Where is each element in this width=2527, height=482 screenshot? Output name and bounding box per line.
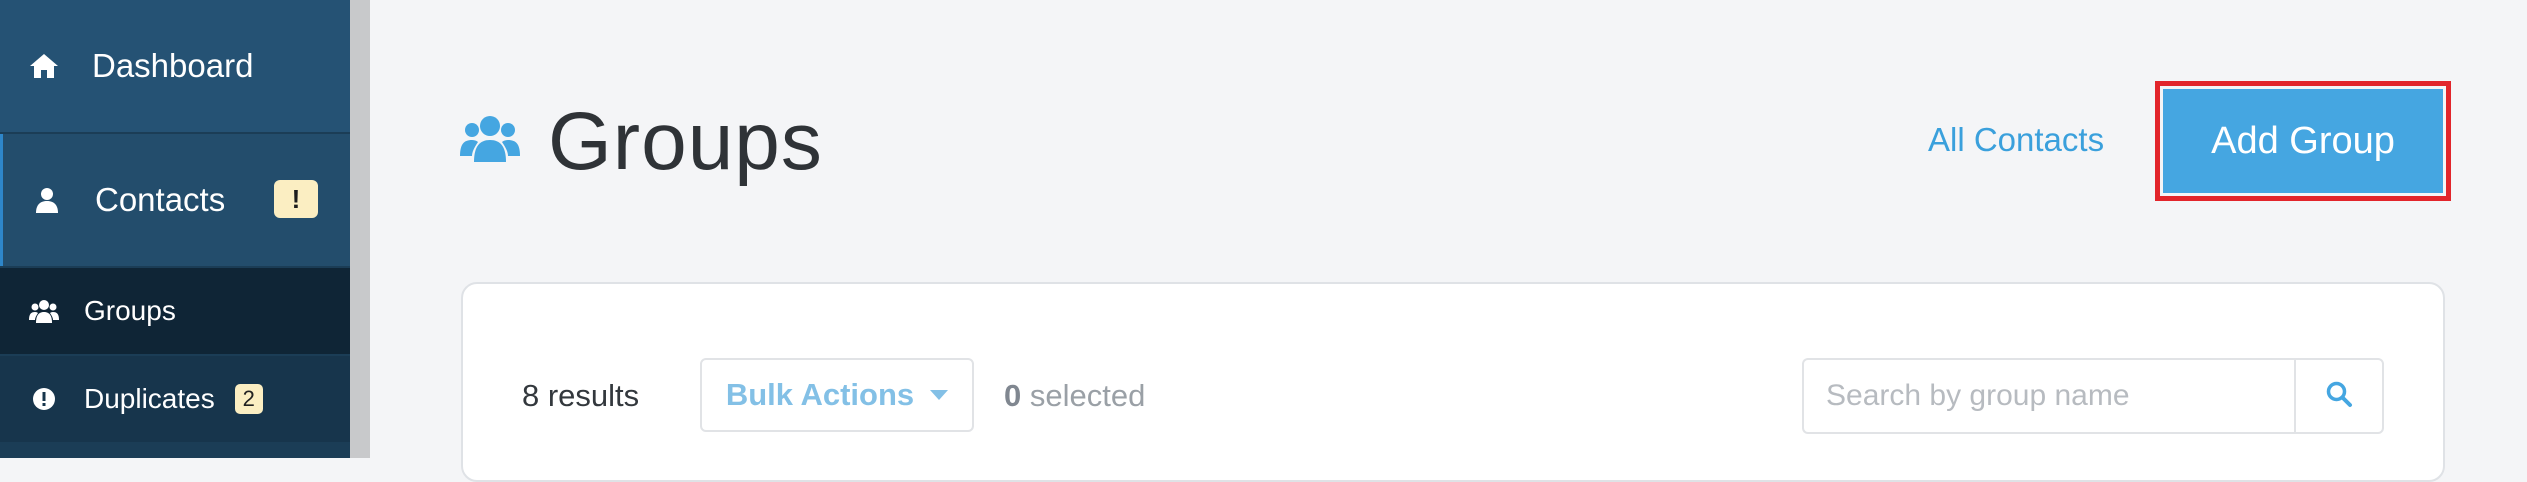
sidebar-item-label: Dashboard — [92, 47, 254, 84]
user-icon — [31, 186, 63, 214]
sidebar-divider — [350, 0, 370, 458]
search-icon — [2325, 380, 2353, 413]
bulk-actions-dropdown[interactable]: Bulk Actions — [700, 358, 974, 432]
sidebar-item-label: Groups — [84, 295, 176, 326]
results-suffix: results — [539, 378, 640, 413]
add-group-button[interactable]: Add Group — [2163, 89, 2443, 193]
sidebar-item-contacts[interactable]: Contacts ! — [0, 134, 350, 266]
selected-number: 0 — [1004, 378, 1022, 413]
users-icon — [28, 298, 60, 324]
add-group-highlight: Add Group — [2155, 81, 2451, 201]
search-button[interactable] — [2294, 358, 2384, 434]
results-count: 8 results — [522, 376, 639, 416]
sidebar-item-duplicates[interactable]: Duplicates 2 — [0, 356, 350, 442]
duplicates-count-badge: 2 — [234, 384, 263, 414]
bulk-actions-label: Bulk Actions — [725, 377, 915, 412]
sidebar-item-groups[interactable]: Groups — [0, 268, 350, 354]
home-icon — [28, 52, 60, 80]
sidebar-item-label: Duplicates — [84, 383, 215, 414]
sidebar: Dashboard Contacts ! Groups Duplicates 2 — [0, 0, 350, 458]
sidebar-item-label: Contacts — [95, 181, 226, 218]
exclamation-circle-icon — [28, 387, 60, 411]
selected-count: 0 selected — [1004, 376, 1145, 416]
all-contacts-link[interactable]: All Contacts — [1928, 120, 2104, 160]
page-title: Groups — [548, 96, 823, 187]
caret-down-icon — [930, 390, 949, 400]
sidebar-item-dashboard[interactable]: Dashboard — [0, 0, 350, 132]
warning-badge: ! — [274, 180, 318, 218]
results-number: 8 — [522, 378, 540, 413]
selected-suffix: selected — [1021, 378, 1146, 413]
search-input[interactable] — [1802, 358, 2294, 434]
users-icon — [460, 108, 520, 168]
